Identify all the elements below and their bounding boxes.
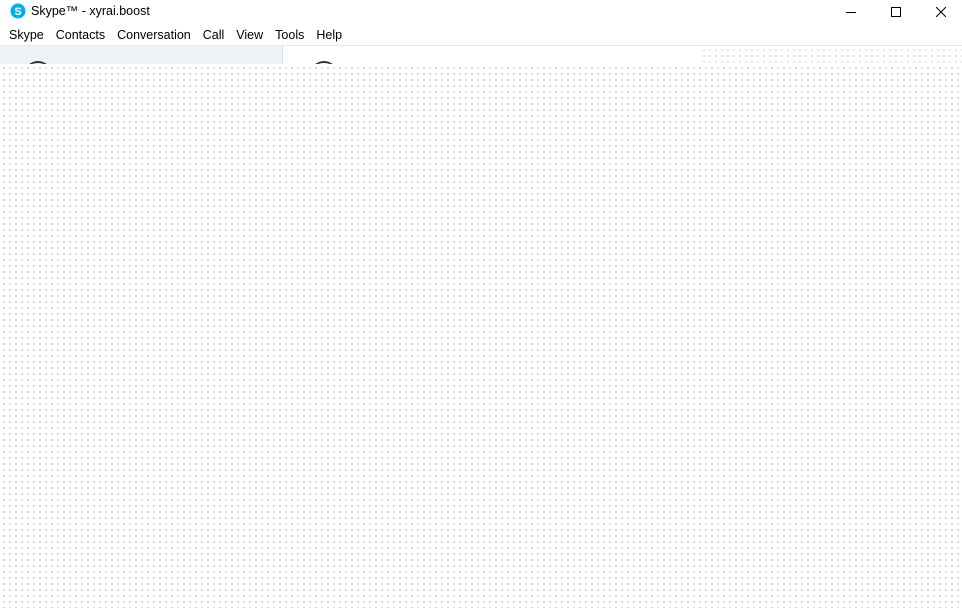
menu-tools[interactable]: Tools [269,26,310,45]
skype-window: S Skype™ - xyrai.boost Skype Contacts Co… [0,0,962,608]
menu-call[interactable]: Call [197,26,231,45]
menu-bar: Skype Contacts Conversation Call View To… [0,26,962,45]
maximize-button[interactable] [873,0,919,24]
minimize-button[interactable] [828,0,874,24]
panel-divider [282,46,283,64]
menu-view[interactable]: View [230,26,269,45]
maximize-icon [891,7,901,17]
menu-skype[interactable]: Skype [3,26,50,45]
close-button[interactable] [918,0,962,24]
menu-contacts[interactable]: Contacts [50,26,111,45]
window-title: Skype™ - xyrai.boost [31,4,150,18]
menu-conversation[interactable]: Conversation [111,26,197,45]
menu-help[interactable]: Help [310,26,348,45]
skype-icon: S [10,3,26,19]
loading-overlay [0,64,962,608]
svg-text:S: S [14,6,21,18]
close-icon [936,7,946,17]
loading-overlay-edge [700,46,962,64]
title-bar[interactable]: S Skype™ - xyrai.boost [0,0,962,24]
minimize-icon [846,7,856,17]
